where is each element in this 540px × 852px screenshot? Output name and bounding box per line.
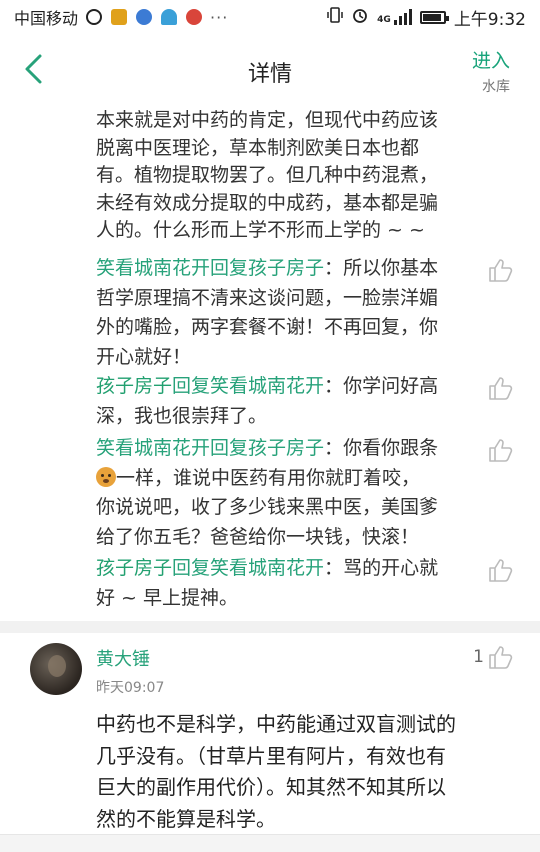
reply-verb: 回复	[210, 437, 249, 459]
reply-text: 一样，谁说中医药有用你就盯着咬，	[116, 466, 421, 489]
reply-text: 深，我也很崇拜了。	[96, 404, 268, 427]
reply-item: 孩子房子回复笑看城南花开：骂的开心就 好 ~ 早上提神。	[96, 554, 476, 613]
post-line: 未经有效成分提取的中成药，基本都是骗	[96, 191, 439, 214]
thumbs-up-icon[interactable]	[488, 645, 514, 669]
post-body: 本来就是对中药的肯定，但现代中药应该 脱离中医理论，草本制剂欧美日本也都 有。植…	[96, 107, 476, 245]
reply-colon: ：	[324, 375, 344, 397]
reply-text: 所以你基本	[343, 257, 439, 279]
enter-subtitle: 水库	[482, 79, 510, 95]
comment-line: 几乎没有。（甘草片里有阿片，有效也有	[96, 743, 446, 768]
reply-author[interactable]: 孩子房子	[96, 375, 172, 397]
reply-text: 你学问好高	[343, 375, 439, 397]
comment-author[interactable]: 黄大锤	[96, 645, 150, 671]
post-line: 有。植物提取物罢了。但几种中药混煮，	[96, 164, 439, 187]
thumbs-up-icon[interactable]	[488, 438, 514, 462]
reply-verb: 回复	[172, 557, 211, 579]
reply-author[interactable]: 笑看城南花开	[96, 437, 210, 459]
reply-colon: ：	[324, 437, 344, 459]
comment-like-count: 1	[473, 647, 484, 667]
reply-verb: 回复	[172, 375, 211, 397]
reply-target[interactable]: 孩子房子	[248, 437, 324, 459]
notification-icons	[86, 9, 203, 25]
thumbs-up-icon[interactable]	[488, 376, 514, 400]
vibrate-icon	[327, 6, 343, 28]
thumbs-up-icon[interactable]	[488, 258, 514, 282]
bear-icon	[136, 9, 153, 25]
carrier-label: 中国移动	[14, 9, 79, 28]
battery-icon	[419, 10, 449, 24]
post-line: 人的。什么形而上学不形而上学的 ~ ~	[96, 219, 425, 242]
bottom-edge	[0, 834, 540, 852]
signal-icon: 4G	[377, 9, 412, 25]
thumbs-up-icon[interactable]	[488, 558, 514, 582]
title-bar: 详情 进入 水库	[0, 34, 540, 106]
avatar[interactable]	[30, 643, 82, 695]
reply-text: 给了你五毛？爸爸给你一块钱，快滚！	[96, 525, 420, 548]
reply-verb: 回复	[210, 257, 249, 279]
page-title: 详情	[247, 62, 292, 87]
reply-text: 哲学原理搞不清来这谈问题，一脸崇洋媚	[96, 286, 439, 309]
post-line: 本来就是对中药的肯定，但现代中药应该	[96, 109, 439, 131]
comment-line: 巨大的副作用代价）。知其然不知其所以	[96, 775, 446, 799]
reply-target[interactable]: 笑看城南花开	[210, 557, 324, 579]
reply-item: 笑看城南花开回复孩子房子：你看你跟条 一样，谁说中医药有用你就盯着咬， 你说说吧…	[96, 434, 476, 552]
reply-text: 你说说吧，收了多少钱来黑中医，美国爹	[96, 496, 439, 518]
trophy-icon	[111, 9, 128, 25]
signal-label: 4G	[377, 15, 391, 25]
reply-text: 开心就好！	[96, 345, 192, 368]
dog-emoji-icon	[96, 466, 116, 487]
more-notifications-icon: ···	[210, 7, 229, 27]
reply-text: 你看你跟条	[343, 437, 439, 459]
reply-target[interactable]: 笑看城南花开	[210, 375, 324, 397]
section-divider	[0, 621, 540, 633]
reply-author[interactable]: 笑看城南花开	[96, 257, 210, 279]
comment-line: 然的不能算是科学。	[96, 806, 276, 831]
comment-body: 中药也不是科学，中药能通过双盲测试的 几乎没有。（甘草片里有阿片，有效也有 巨大…	[96, 709, 510, 835]
reply-colon: ：	[324, 257, 344, 279]
reply-colon: ：	[324, 557, 344, 579]
enter-button[interactable]: 进入	[472, 46, 510, 73]
reply-item: 孩子房子回复笑看城南花开：你学问好高 深，我也很崇拜了。	[96, 372, 476, 431]
comment-line: 中药也不是科学，中药能通过双盲测试的	[96, 712, 456, 736]
red-app-icon	[186, 9, 203, 25]
reply-text: 骂的开心就	[343, 557, 439, 579]
status-bar: 中国移动 ··· 4G 上午9:32	[0, 0, 540, 34]
alarm-icon	[351, 6, 369, 29]
reply-item: 笑看城南花开回复孩子房子：所以你基本 哲学原理搞不清来这谈问题，一脸崇洋媚 外的…	[96, 254, 476, 372]
clock-time: 上午9:32	[453, 9, 526, 30]
reply-text: 外的嘴脸，两字套餐不谢！不再回复，你	[96, 316, 439, 338]
comment-timestamp: 昨天09:07	[96, 680, 165, 696]
reply-author[interactable]: 孩子房子	[96, 557, 172, 579]
cloud-icon	[161, 9, 178, 25]
reply-target[interactable]: 孩子房子	[248, 257, 324, 279]
app-notification-icon	[86, 9, 103, 25]
post-line: 脱离中医理论，草本制剂欧美日本也都	[96, 136, 420, 159]
reply-text: 好 ~ 早上提神。	[96, 586, 238, 609]
